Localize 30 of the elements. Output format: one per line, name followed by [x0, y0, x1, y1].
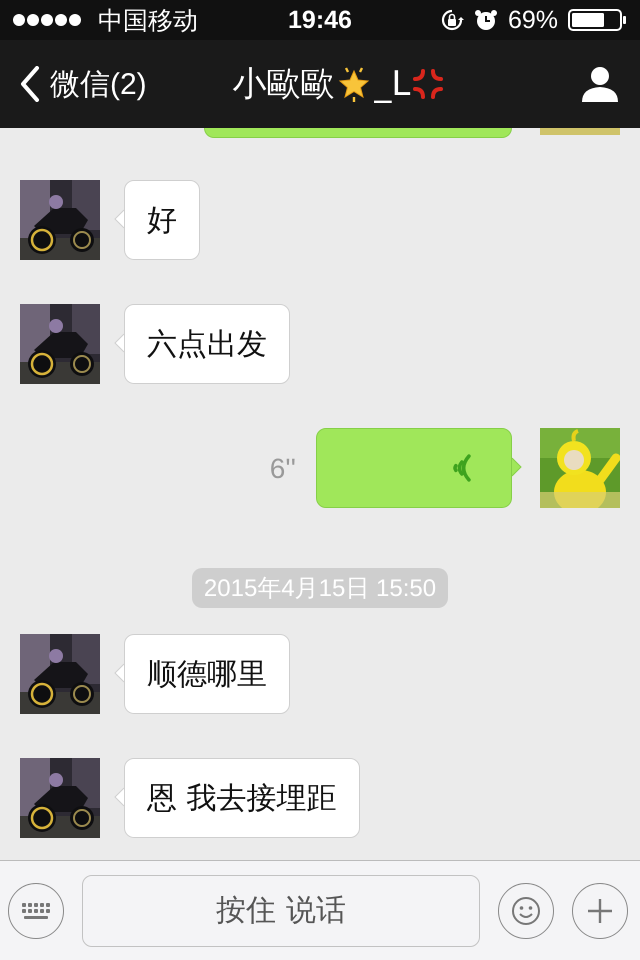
hold-to-talk-button[interactable]: 按住 说话 — [82, 874, 480, 946]
message-bubble: 恩 我去接埋距 — [124, 758, 360, 838]
back-icon — [20, 66, 40, 102]
chat-title: 小歐歐 — [232, 63, 334, 106]
profile-button[interactable] — [580, 64, 620, 104]
battery-percent: 69% — [508, 6, 558, 34]
emoji-button[interactable] — [498, 882, 554, 938]
smiley-icon — [511, 896, 541, 926]
clock-time: 19:46 — [288, 6, 352, 34]
battery-icon — [568, 8, 628, 32]
bubble-tail — [512, 457, 522, 477]
back-button[interactable]: 微信(2) — [20, 64, 147, 104]
anger-symbol-icon — [412, 68, 444, 100]
rotation-lock-icon — [440, 8, 464, 32]
message-bubble: 好 — [124, 180, 200, 260]
bubble-tail — [114, 663, 124, 683]
person-icon — [580, 64, 620, 104]
message-bubble: 六点出发 — [124, 304, 290, 384]
bubble-tail — [114, 333, 124, 353]
chat-title-suffix: _L — [374, 64, 410, 104]
bubble-tail — [114, 787, 124, 807]
voice-duration: 6'' — [270, 453, 296, 485]
add-button[interactable] — [572, 882, 628, 938]
bubble-tail — [114, 209, 124, 229]
carrier-name: 中国移动 — [98, 4, 198, 36]
plus-icon — [586, 896, 614, 924]
alarm-icon — [474, 8, 498, 32]
keyboard-icon — [22, 902, 50, 918]
message-bubble: 顺德哪里 — [124, 634, 290, 714]
keyboard-button[interactable] — [8, 882, 64, 938]
